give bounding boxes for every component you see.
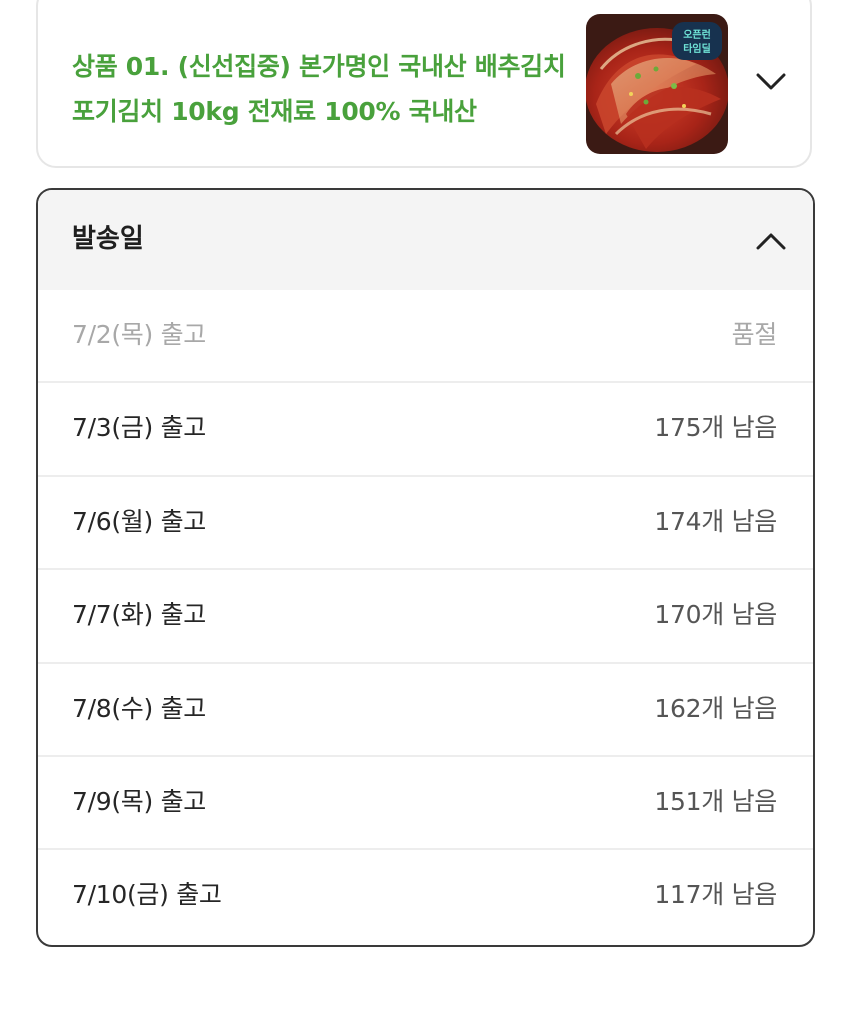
option-stock-status: 170개 남음: [654, 600, 777, 630]
option-row[interactable]: 7/3(금) 출고 175개 남음: [38, 383, 813, 477]
option-stock-status: 117개 남음: [654, 880, 777, 910]
option-date: 7/3(금) 출고: [72, 413, 206, 443]
svg-text:오픈런: 오픈런: [683, 28, 711, 41]
option-date: 7/8(수) 출고: [72, 693, 206, 723]
option-date: 7/9(목) 출고: [72, 786, 206, 816]
product-title: 상품 01. (신선집중) 본가명인 국내산 배추김치 포기김치 10kg 전재…: [72, 52, 566, 126]
product-card[interactable]: 상품 01. (신선집중) 본가명인 국내산 배추김치 포기김치 10kg 전재…: [36, 0, 812, 168]
option-stock-status: 151개 남음: [654, 786, 777, 816]
option-date: 7/10(금) 출고: [72, 880, 222, 910]
option-row[interactable]: 7/10(금) 출고 117개 남음: [38, 850, 813, 943]
svg-text:타임딜: 타임딜: [683, 42, 711, 55]
product-thumbnail: 오픈런 타임딜: [586, 14, 728, 154]
timedeal-badge-logo: 오픈런 타임딜: [672, 22, 722, 60]
dropdown-header[interactable]: 발송일: [38, 190, 813, 290]
option-stock-status: 174개 남음: [654, 506, 777, 536]
shipping-date-options: 7/2(목) 출고 품절 7/3(금) 출고 175개 남음 7/6(월) 출고…: [38, 290, 813, 944]
option-row[interactable]: 7/6(월) 출고 174개 남음: [38, 477, 813, 571]
option-date: 7/6(월) 출고: [72, 506, 206, 536]
option-date: 7/7(화) 출고: [72, 600, 206, 630]
option-stock-status: 품절: [731, 320, 778, 349]
option-row[interactable]: 7/7(화) 출고 170개 남음: [38, 570, 813, 664]
option-stock-status: 175개 남음: [654, 413, 777, 443]
chevron-up-icon[interactable]: [754, 230, 788, 252]
option-row[interactable]: 7/8(수) 출고 162개 남음: [38, 664, 813, 757]
dropdown-title: 발송일: [72, 224, 144, 254]
shipping-date-dropdown: 발송일 7/2(목) 출고 품절 7/3(금) 출고 175개 남음 7/6(월…: [36, 188, 815, 947]
option-stock-status: 162개 남음: [654, 693, 777, 723]
option-row-sold-out: 7/2(목) 출고 품절: [38, 290, 813, 384]
option-row[interactable]: 7/9(목) 출고 151개 남음: [38, 757, 813, 851]
option-date: 7/2(목) 출고: [72, 320, 206, 349]
chevron-down-icon[interactable]: [754, 70, 788, 94]
